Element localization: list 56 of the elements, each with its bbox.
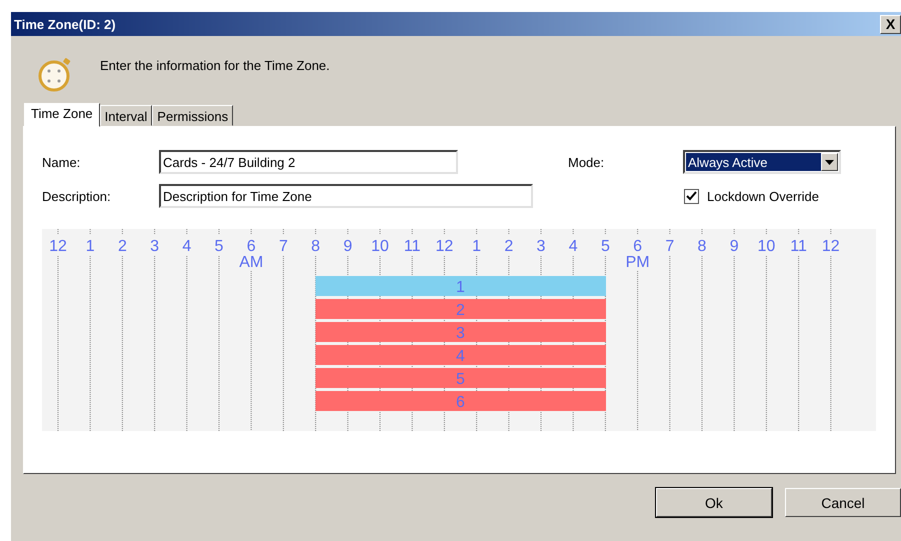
hour-label: 9 — [343, 238, 352, 255]
hour-label: 1 — [86, 238, 95, 255]
hour-label: 4 — [568, 238, 578, 255]
interval-label: 6 — [456, 394, 465, 411]
hour-label: 2 — [118, 238, 127, 255]
close-button[interactable]: X — [880, 14, 901, 34]
caret-icon — [825, 160, 834, 164]
hour-label: 3 — [536, 238, 546, 255]
hour-label: 12 — [822, 238, 840, 255]
field-label: Name: — [42, 154, 82, 170]
hour-label: 5 — [214, 238, 224, 255]
mode-dropdown[interactable]: Always Active — [683, 150, 841, 174]
hour-label: 7 — [665, 238, 674, 255]
interval-bar[interactable] — [316, 368, 606, 388]
field-label: Description: — [42, 188, 112, 204]
field-label: Mode: — [568, 154, 606, 170]
hour-label: 11 — [404, 238, 420, 255]
tab[interactable]: Permissions — [152, 105, 234, 126]
instruction-text: Enter the information for the Time Zone. — [100, 58, 330, 72]
period-label: AM — [239, 254, 264, 271]
period-label: PM — [626, 254, 650, 271]
hour-label: 10 — [371, 238, 389, 255]
hour-label: 4 — [182, 238, 192, 255]
tab[interactable]: Interval — [100, 105, 152, 126]
hour-label: 1 — [472, 238, 482, 255]
tab[interactable]: Time Zone — [24, 103, 100, 127]
interval-label: 4 — [456, 348, 465, 365]
hour-label: 9 — [730, 238, 739, 255]
interval-label: 2 — [456, 302, 465, 319]
hour-label: 3 — [150, 238, 160, 255]
hour-label: 12 — [436, 238, 454, 255]
description-field[interactable]: Description for Time Zone — [159, 184, 533, 208]
hour-label: 8 — [311, 238, 320, 255]
hour-label: 7 — [278, 238, 288, 255]
interval-bar[interactable] — [316, 391, 606, 411]
checkbox[interactable] — [684, 188, 699, 204]
hour-label: 12 — [49, 238, 67, 255]
cancel-button[interactable]: Cancel — [785, 488, 901, 517]
hour-label: 11 — [790, 238, 807, 255]
hour-label: 10 — [758, 238, 776, 255]
hour-label: 6 — [246, 238, 256, 255]
window-title: Time Zone(ID: 2) — [14, 16, 116, 32]
hour-label: 6 — [633, 238, 642, 255]
interval-label: 5 — [456, 371, 465, 388]
hour-label: 2 — [504, 238, 514, 255]
interval-bar[interactable] — [316, 345, 606, 365]
interval-bar[interactable] — [316, 276, 606, 296]
interval-label: 1 — [456, 279, 465, 296]
hour-label: 8 — [698, 238, 706, 255]
checkbox-label: Lockdown Override — [707, 188, 819, 204]
name-field[interactable]: Cards - 24/7 Building 2 — [159, 150, 458, 174]
ok-button[interactable]: Ok — [656, 488, 772, 517]
interval-bar[interactable] — [316, 299, 606, 319]
hour-label: 5 — [600, 238, 610, 255]
interval-label: 3 — [456, 325, 465, 342]
interval-bar[interactable] — [316, 322, 606, 342]
